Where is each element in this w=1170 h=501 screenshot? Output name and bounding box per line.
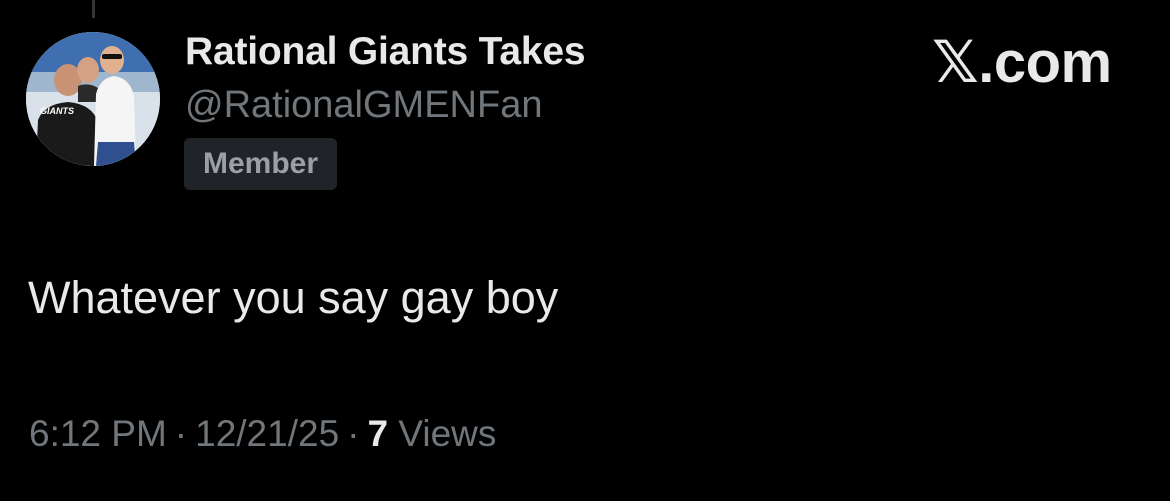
author-handle[interactable]: @RationalGMENFan	[185, 84, 542, 127]
author-display-name[interactable]: Rational Giants Takes	[185, 30, 586, 74]
post-date[interactable]: 12/21/25	[195, 413, 339, 454]
avatar-image: GIANTS	[26, 32, 160, 166]
post-time[interactable]: 6:12 PM	[29, 413, 167, 454]
separator-dot: ·	[174, 413, 188, 454]
views-count[interactable]: 7	[367, 413, 388, 454]
views-label[interactable]: Views	[398, 413, 496, 454]
post-text: Whatever you say gay boy	[28, 272, 559, 323]
separator-dot: ·	[347, 413, 360, 454]
avatar[interactable]: GIANTS	[26, 32, 160, 166]
member-badge: Member	[184, 138, 338, 190]
post-metadata: 6:12 PM · 12/21/25 · 7 Views	[29, 413, 496, 455]
svg-text:GIANTS: GIANTS	[40, 106, 74, 116]
thread-connector-line	[92, 0, 95, 18]
x-com-logo: 𝕏.com	[932, 30, 1112, 95]
